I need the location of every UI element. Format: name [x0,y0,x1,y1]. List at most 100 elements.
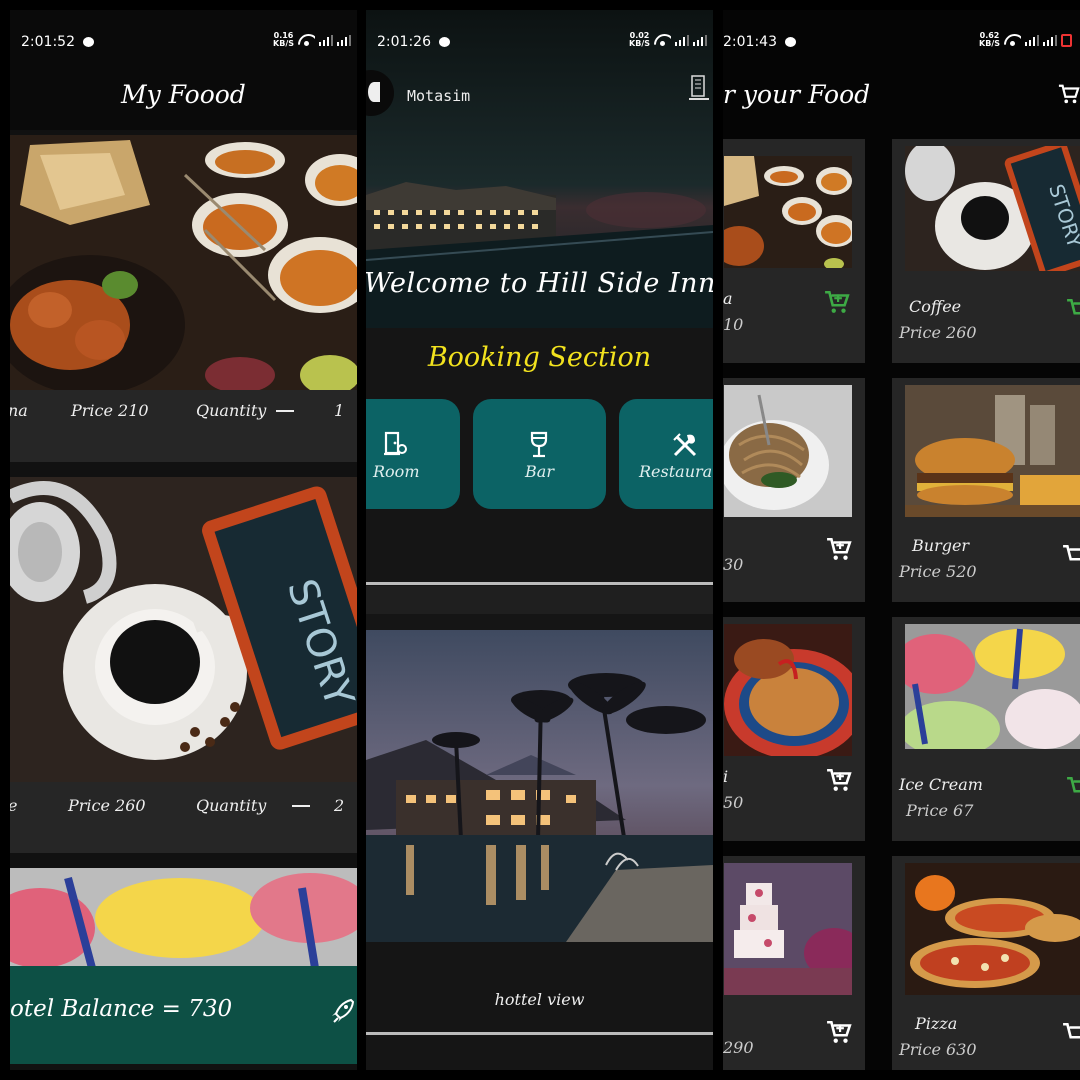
item-price: Price 260 [68,795,146,815]
page-title: r your Food [723,80,871,109]
my-food-screen: 2:01:52 0.16 KB/S My Foood a Price 210 Q… [10,10,357,1070]
food-name: Ice Cream [899,775,983,794]
wifi-icon [654,34,671,46]
welcome-title: Welcome to Hill Side Inn [366,268,713,299]
restaurant-button-label: Restaura [639,462,713,481]
food-image-dinner [724,156,852,268]
status-icons: 0.02 KB/S [629,32,707,48]
food-price: 290 [723,1038,754,1057]
booking-screen: 2:01:26 0.02 KB/S Motasim Welcome to Hill… [366,10,713,1070]
door-icon [384,431,407,456]
food-image-coffee: STORY [905,146,1080,271]
bar-button-label: Bar [525,462,554,481]
wifi-icon [1004,34,1021,46]
order-food-screen: 2:01:43 0.62 KB/S r your Food a 10 30 i … [723,10,1080,1070]
chat-icon [784,37,796,47]
food-tile[interactable]: 290 [723,856,865,1070]
add-to-cart-icon[interactable] [1066,775,1080,801]
status-time: 2:01:52 [21,34,94,50]
food-image-coffee: STORY [10,477,357,782]
restaurant-icon [673,433,697,457]
status-icons: 0.16 KB/S [273,32,351,48]
food-image-biryani [724,624,852,756]
food-tile[interactable]: a 10 [723,139,865,363]
quantity-minus-button[interactable] [276,401,294,420]
cart-item-card[interactable] [10,868,357,968]
add-to-cart-icon[interactable] [1066,297,1080,323]
status-bar: 2:01:43 0.62 KB/S [723,10,1080,70]
food-tile-burger[interactable]: Burger Price 520 [892,378,1080,602]
hotel-logo-icon [689,75,709,100]
divider-band [366,586,713,614]
food-tile[interactable]: i 50 [723,617,865,841]
food-image-ice-cream [10,868,357,968]
status-bar: 2:01:26 0.02 KB/S [366,10,713,70]
quantity-value: 1 [334,400,345,420]
food-name: Pizza [915,1014,958,1033]
signal-icon-2 [693,34,707,46]
chat-icon [438,37,450,47]
food-image-pasta [724,385,852,517]
status-time: 2:01:26 [377,34,450,50]
quantity-minus-button[interactable] [292,796,310,815]
food-name: Coffee [909,297,962,316]
add-to-cart-icon[interactable] [1062,543,1080,569]
food-tile-ice-cream[interactable]: Ice Cream Price 67 [892,617,1080,841]
item-price: Price 210 [71,400,149,420]
add-to-cart-icon[interactable] [826,767,852,793]
bar-button[interactable]: Bar [473,399,606,509]
cart-item-card[interactable]: na Price 210 Quantity 1 [10,135,357,462]
add-to-cart-icon[interactable] [826,536,852,562]
divider [366,582,713,585]
battery-icon [1061,33,1072,47]
food-image-dinner [10,135,357,390]
cart-item-card[interactable]: STORY e Price 260 Quantity 2 [10,477,357,853]
food-tile[interactable]: 30 [723,378,865,602]
quantity-value: 2 [334,795,345,815]
room-button-label: Room [373,462,420,481]
network-speed: 0.16 KB/S [273,31,294,48]
network-speed: 0.62 KB/S [979,31,1000,48]
hotel-view-caption: hottel view [494,990,585,1009]
food-image-burger [905,385,1080,517]
food-image-pizza [905,863,1080,995]
wifi-icon [298,34,315,46]
food-price: Price 630 [899,1040,977,1059]
food-name: a [723,289,733,308]
restaurant-button[interactable]: Restaura [619,399,713,509]
hotel-balance-text: otel Balance = 730 [10,996,233,1022]
divider [366,1032,713,1035]
signal-icon-2 [337,34,351,46]
quantity-label: Quantity [196,400,267,420]
signal-icon [675,34,689,46]
status-bar: 2:01:52 0.16 KB/S [10,10,357,130]
food-tile-pizza[interactable]: Pizza Price 630 [892,856,1080,1070]
food-name: Burger [912,536,970,555]
signal-icon [319,34,333,46]
chat-icon [82,37,94,47]
page-title: My Foood [121,80,246,109]
network-speed: 0.02 KB/S [629,31,650,48]
food-tile-coffee[interactable]: STORY Coffee Price 260 [892,139,1080,363]
status-time: 2:01:43 [723,34,796,50]
food-image-ice-cream [905,624,1080,749]
add-to-cart-icon[interactable] [824,289,850,315]
room-button[interactable]: Room [366,399,460,509]
item-name: e [10,796,17,815]
shopping-cart-icon[interactable] [1058,82,1080,106]
food-price: 10 [723,315,744,334]
section-title: Booking Section [427,342,652,373]
signal-icon-2 [1043,34,1057,46]
hotel-view-image [366,630,713,942]
wine-glass-icon [530,431,548,458]
rocket-icon[interactable] [331,998,355,1024]
food-price: Price 67 [906,801,974,820]
status-icons: 0.62 KB/S [979,32,1072,48]
add-to-cart-icon[interactable] [1062,1021,1080,1047]
food-name: i [723,767,729,786]
food-price: Price 520 [899,562,977,581]
user-name: Motasim [407,87,471,105]
add-to-cart-icon[interactable] [826,1019,852,1045]
quantity-label: Quantity [196,795,267,815]
food-price: 30 [723,555,744,574]
